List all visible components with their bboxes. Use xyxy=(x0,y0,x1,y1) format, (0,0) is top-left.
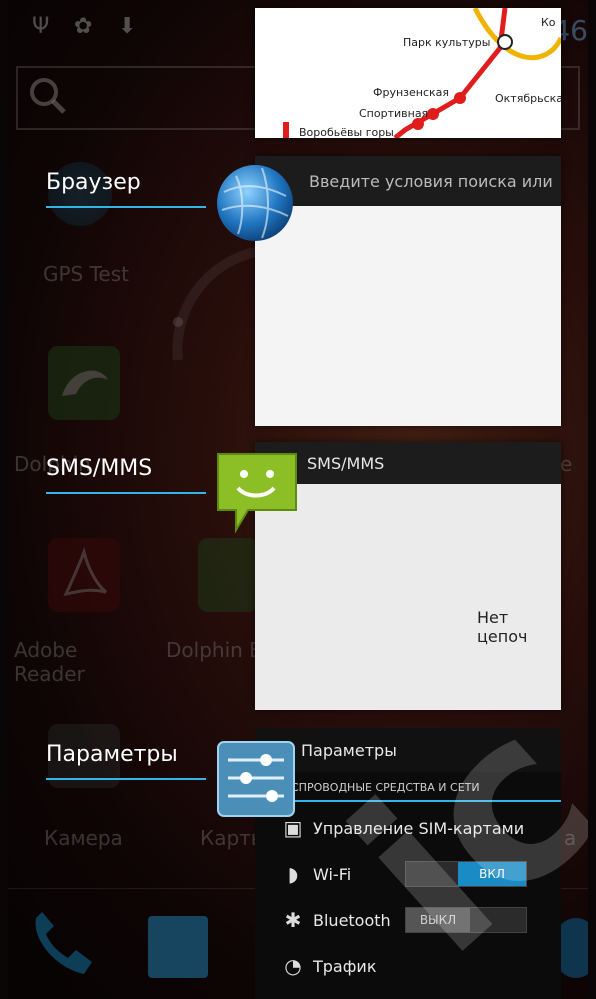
map-label: Спортивная xyxy=(359,107,429,120)
label-underline xyxy=(46,206,206,208)
recent-app-label: Браузер xyxy=(46,170,141,195)
android-screen: Ψ ✿ ⬇ 46 GPS Test Dolphin e Adobe Reader… xyxy=(8,0,588,999)
recent-card-metro[interactable]: Парк культуры Фрунзенская Спортивная Вор… xyxy=(255,8,561,138)
wifi-icon: ◗ xyxy=(287,862,299,886)
label-underline xyxy=(46,492,206,494)
browser-globe-icon[interactable] xyxy=(214,162,296,244)
recent-app-label: Параметры xyxy=(46,742,178,767)
map-label: Ко xyxy=(541,16,556,29)
settings-row-label: Трафик xyxy=(313,956,377,976)
settings-row-label: Bluetooth xyxy=(313,910,391,930)
sms-header-title: SMS/MMS xyxy=(307,453,385,473)
map-label: Парк культуры xyxy=(403,36,491,49)
map-label: Воробьёвы горы xyxy=(299,126,394,138)
recent-card-browser[interactable]: Введите условия поиска или xyxy=(255,156,561,426)
traffic-icon: ◔ xyxy=(284,954,302,978)
map-label: Октябрьская xyxy=(495,92,561,105)
recent-app-label: SMS/MMS xyxy=(46,456,153,481)
recent-card-sms[interactable]: SMS/MMS Нет цепоч xyxy=(255,442,561,710)
settings-row-label: Wi-Fi xyxy=(313,864,352,884)
browser-url-bar[interactable]: Введите условия поиска или xyxy=(255,156,561,206)
sms-action-bar: SMS/MMS xyxy=(255,442,561,484)
label-underline xyxy=(46,778,206,780)
sms-empty-text: Нет цепоч xyxy=(477,608,528,646)
map-label: Фрунзенская xyxy=(373,86,450,99)
sms-icon[interactable] xyxy=(214,448,300,534)
settings-sliders-icon[interactable] xyxy=(216,738,298,820)
browser-search-placeholder: Введите условия поиска или xyxy=(309,171,553,191)
bluetooth-icon: ✱ xyxy=(284,908,302,932)
